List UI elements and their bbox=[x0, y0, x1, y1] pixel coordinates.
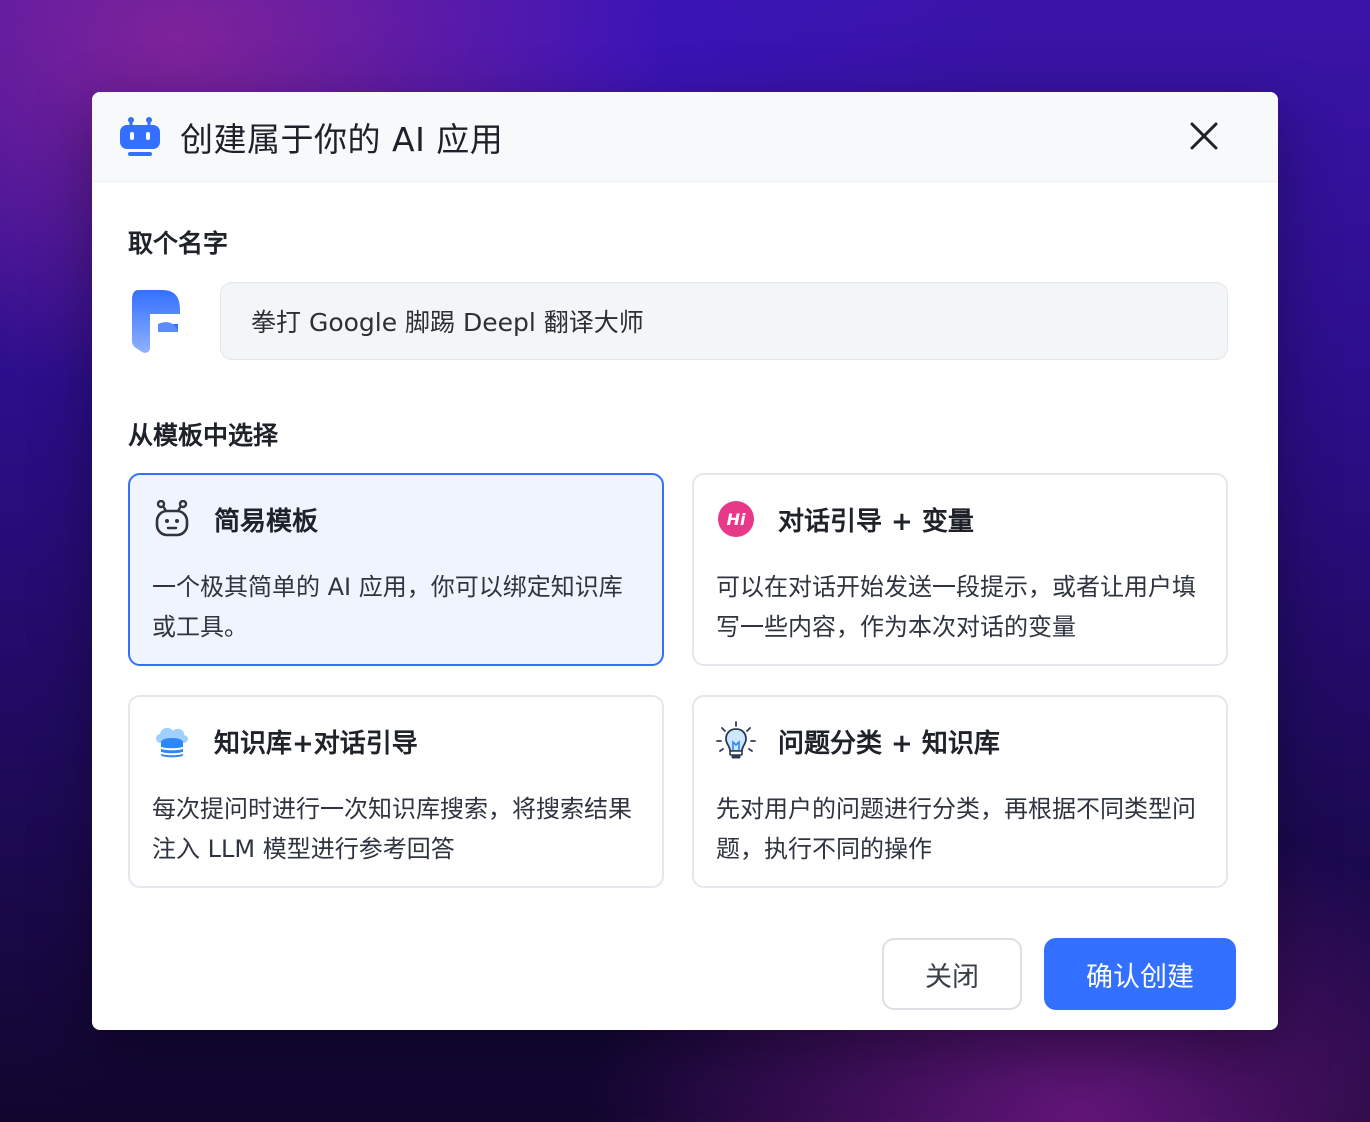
database-cloud-icon bbox=[152, 721, 192, 761]
app-logo[interactable] bbox=[132, 290, 184, 354]
template-title: 知识库+对话引导 bbox=[214, 728, 418, 759]
template-description: 一个极其简单的 AI 应用，你可以绑定知识库或工具。 bbox=[152, 573, 623, 641]
dialog-header: 创建属于你的 AI 应用 bbox=[92, 92, 1278, 182]
close-icon[interactable] bbox=[1182, 114, 1226, 158]
name-section-label: 取个名字 bbox=[128, 229, 229, 258]
template-card-knowledge-base[interactable]: 知识库+对话引导 每次提问时进行一次知识库搜索，将搜索结果注入 LLM 模型进行… bbox=[128, 695, 664, 888]
svg-text:Hi: Hi bbox=[727, 510, 746, 529]
template-description: 先对用户的问题进行分类，再根据不同类型问题，执行不同的操作 bbox=[716, 795, 1196, 863]
template-title: 简易模板 bbox=[214, 506, 319, 537]
template-description: 可以在对话开始发送一段提示，或者让用户填写一些内容，作为本次对话的变量 bbox=[716, 573, 1196, 641]
template-title: 对话引导 + 变量 bbox=[778, 506, 974, 537]
hi-badge-icon: Hi bbox=[716, 499, 756, 539]
app-name-input[interactable] bbox=[220, 282, 1228, 360]
template-section-label: 从模板中选择 bbox=[128, 421, 279, 450]
simple-robot-icon bbox=[152, 499, 192, 539]
template-description: 每次提问时进行一次知识库搜索，将搜索结果注入 LLM 模型进行参考回答 bbox=[152, 795, 632, 863]
template-card-simple[interactable]: 简易模板 一个极其简单的 AI 应用，你可以绑定知识库或工具。 bbox=[128, 473, 664, 666]
close-button[interactable]: 关闭 bbox=[882, 938, 1022, 1010]
template-card-question-classify[interactable]: 问题分类 + 知识库 先对用户的问题进行分类，再根据不同类型问题，执行不同的操作 bbox=[692, 695, 1228, 888]
lightbulb-icon bbox=[716, 721, 756, 761]
robot-icon bbox=[120, 116, 160, 156]
confirm-create-button[interactable]: 确认创建 bbox=[1044, 938, 1236, 1010]
template-title: 问题分类 + 知识库 bbox=[778, 728, 1000, 759]
dialog-title: 创建属于你的 AI 应用 bbox=[180, 119, 504, 159]
template-card-dialog-guide[interactable]: Hi 对话引导 + 变量 可以在对话开始发送一段提示，或者让用户填写一些内容，作… bbox=[692, 473, 1228, 666]
create-app-dialog: 创建属于你的 AI 应用 取个名字 从模板中选择 bbox=[92, 92, 1278, 1030]
